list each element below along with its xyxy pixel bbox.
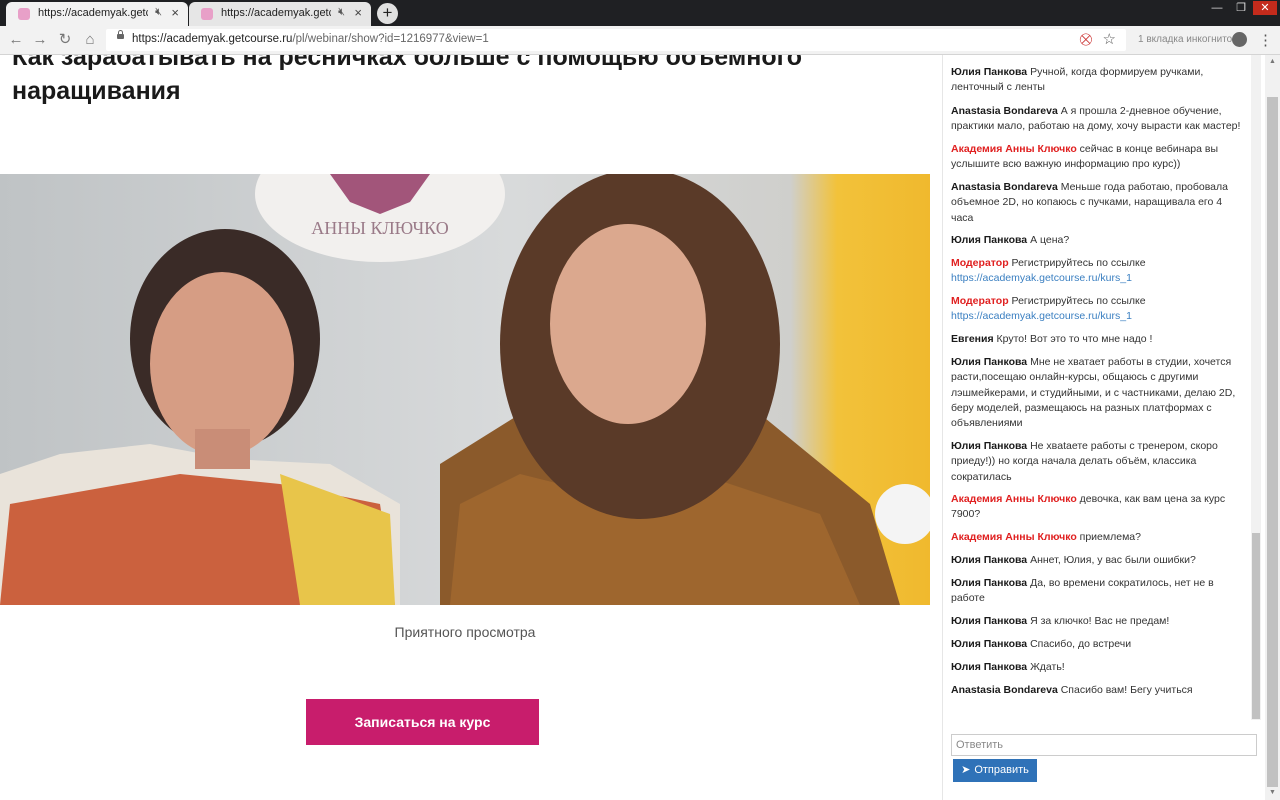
url-text[interactable]: https://academyak.getcourse.ru/pl/webina… xyxy=(132,33,489,45)
chat-message: Anastasia Bondareva Меньше года работаю,… xyxy=(951,180,1243,226)
message-author: Евгения xyxy=(951,333,994,345)
chat-message: Anastasia Bondareva Спасибо вам! Бегу уч… xyxy=(951,683,1243,698)
video-caption: Приятного просмотра xyxy=(394,624,536,640)
message-author: Юлия Панкова xyxy=(951,440,1028,452)
send-button-label: Отправить xyxy=(974,764,1029,776)
message-author: Юлия Панкова xyxy=(951,577,1028,589)
browser-tab[interactable]: https://academyak.getcourse 🔇︎ × xyxy=(6,2,188,26)
paper-plane-icon: ➤ xyxy=(961,764,971,776)
chat-message: Юлия Панкова Да, во времени сократилось,… xyxy=(951,576,1243,607)
left-person-face xyxy=(150,272,294,456)
message-text: Аннет, Юлия, у вас были ошибки? xyxy=(1030,554,1196,566)
audio-icon[interactable]: 🔇︎ xyxy=(338,6,345,19)
chat-message: Юлия Панкова Ждать! xyxy=(951,660,1243,675)
incognito-icon[interactable] xyxy=(1232,32,1247,47)
message-author: Юлия Панкова xyxy=(951,234,1028,246)
logo-text: АННЫ КЛЮЧКО xyxy=(311,218,448,238)
site-favicon-icon xyxy=(201,8,213,20)
star-icon[interactable]: ☆ xyxy=(1103,30,1116,48)
tab-strip: https://academyak.getcourse 🔇︎ × https:/… xyxy=(0,0,1280,26)
message-author: Академия Анны Ключко xyxy=(951,143,1077,155)
message-author: Юлия Панкова xyxy=(951,66,1028,78)
close-tab-icon[interactable]: × xyxy=(171,5,179,20)
chat-message: Юлия Панкова Спасибо, до встречи xyxy=(951,637,1243,652)
video-frame: АННЫ КЛЮЧКО xyxy=(0,174,930,605)
message-author: Юлия Панкова xyxy=(951,356,1028,368)
message-author: Модератор xyxy=(951,295,1009,307)
left-person-neck xyxy=(195,429,250,469)
chat-message: Юлия Панкова Я за ключко! Вас не предам! xyxy=(951,614,1243,629)
chat-message: Юлия Панкова Не хвatаете работы с тренер… xyxy=(951,439,1243,485)
reply-input[interactable] xyxy=(951,734,1257,756)
page-title: Как зарабатывать на ресничках больше с п… xyxy=(12,55,803,105)
menu-kebab-icon[interactable]: ⋮ xyxy=(1258,31,1273,49)
site-favicon-icon xyxy=(18,8,30,20)
chat-message: Евгения Круто! Вот это то что мне надо ! xyxy=(951,332,1243,347)
message-author: Anastasia Bondareva xyxy=(951,105,1058,117)
chat-message: Академия Анны Ключко девочка, как вам це… xyxy=(951,492,1243,523)
chat-message: Юлия Панкова Мне не хватает работы в сту… xyxy=(951,355,1243,431)
message-link[interactable]: https://academyak.getcourse.ru/kurs_1 xyxy=(951,271,1243,286)
lock-icon xyxy=(117,30,124,39)
forward-arrow-icon[interactable]: → xyxy=(30,30,50,50)
message-author: Академия Анны Ключко xyxy=(951,531,1077,543)
address-bar[interactable]: https://academyak.getcourse.ru/pl/webina… xyxy=(106,29,1126,51)
audio-icon[interactable]: 🔇︎ xyxy=(155,6,162,19)
chat-message: Юлия Панкова А цена? xyxy=(951,233,1243,248)
message-link[interactable]: https://academyak.getcourse.ru/kurs_1 xyxy=(951,309,1243,324)
tab-title: https://academyak.getcourse xyxy=(38,7,148,19)
page-content: Как зарабатывать на ресничках больше с п… xyxy=(0,55,940,800)
message-text: Круто! Вот это то что мне надо ! xyxy=(996,333,1153,345)
url-host: https://academyak.getcourse.ru xyxy=(132,33,293,45)
webinar-video[interactable]: АННЫ КЛЮЧКО xyxy=(0,174,930,605)
tab-title: https://academyak.getcourse xyxy=(221,7,331,19)
blocked-content-icon[interactable]: ⛒ xyxy=(1080,32,1092,47)
right-person-face xyxy=(550,224,706,424)
chat-message: Академия Анны Ключко сейчас в конце веби… xyxy=(951,142,1243,173)
chat-panel: Юлия Панкова Ручной, когда формируем руч… xyxy=(943,55,1251,720)
message-author: Юлия Панкова xyxy=(951,638,1028,650)
reload-icon[interactable]: ↻ xyxy=(55,30,75,50)
message-author: Академия Анны Ключко xyxy=(951,493,1077,505)
chat-message: Модератор Регистрируйтесь по ссылке https… xyxy=(951,294,1243,325)
home-icon[interactable]: ⌂ xyxy=(80,30,100,50)
chat-message: Модератор Регистрируйтесь по ссылке https… xyxy=(951,256,1243,287)
url-path: /pl/webinar/show?id=1216977&view=1 xyxy=(292,33,489,45)
browser-tab[interactable]: https://academyak.getcourse 🔇︎ × xyxy=(189,2,371,26)
chat-message: Anastasia Bondareva А я прошла 2-дневное… xyxy=(951,104,1243,135)
message-text: Спасибо, до встречи xyxy=(1030,638,1132,650)
chat-message: Академия Анны Ключко приемлема? xyxy=(951,530,1243,545)
new-tab-button[interactable]: + xyxy=(377,3,398,24)
incognito-label: 1 вкладка инкогнито xyxy=(1138,34,1233,45)
message-text: Регистрируйтесь по ссылке xyxy=(1011,257,1146,269)
scroll-down-arrow-icon[interactable]: ▼ xyxy=(1265,786,1280,800)
chat-scrollbar-thumb[interactable] xyxy=(1252,533,1260,719)
minimize-button[interactable]: — xyxy=(1205,1,1229,15)
enroll-button[interactable]: Записаться на курс xyxy=(306,699,539,745)
message-author: Модератор xyxy=(951,257,1009,269)
message-text: Я за ключко! Вас не предам! xyxy=(1030,615,1170,627)
message-text: Спасибо вам! Бегу учиться xyxy=(1060,684,1193,696)
chat-message: Юлия Панкова Аннет, Юлия, у вас были оши… xyxy=(951,553,1243,568)
close-tab-icon[interactable]: × xyxy=(354,5,362,20)
message-author: Юлия Панкова xyxy=(951,615,1028,627)
message-author: Юлия Панкова xyxy=(951,661,1028,673)
message-author: Юлия Панкова xyxy=(951,554,1028,566)
chat-message: Юлия Панкова Ручной, когда формируем руч… xyxy=(951,65,1243,96)
page-scrollbar-thumb[interactable] xyxy=(1267,97,1278,787)
message-text: Ждать! xyxy=(1030,661,1065,673)
message-text: Регистрируйтесь по ссылке xyxy=(1011,295,1146,307)
back-arrow-icon[interactable]: ← xyxy=(6,30,26,50)
browser-toolbar: ← → ↻ ⌂ https://academyak.getcourse.ru/p… xyxy=(0,26,1280,55)
message-text: приемлема? xyxy=(1079,531,1141,543)
restore-button[interactable]: ❐ xyxy=(1229,1,1253,15)
message-text: А цена? xyxy=(1030,234,1070,246)
message-author: Anastasia Bondareva xyxy=(951,181,1058,193)
scroll-up-arrow-icon[interactable]: ▲ xyxy=(1265,55,1280,69)
message-author: Anastasia Bondareva xyxy=(951,684,1058,696)
send-button[interactable]: ➤ Отправить xyxy=(953,759,1037,782)
close-window-button[interactable]: ✕ xyxy=(1253,1,1277,15)
